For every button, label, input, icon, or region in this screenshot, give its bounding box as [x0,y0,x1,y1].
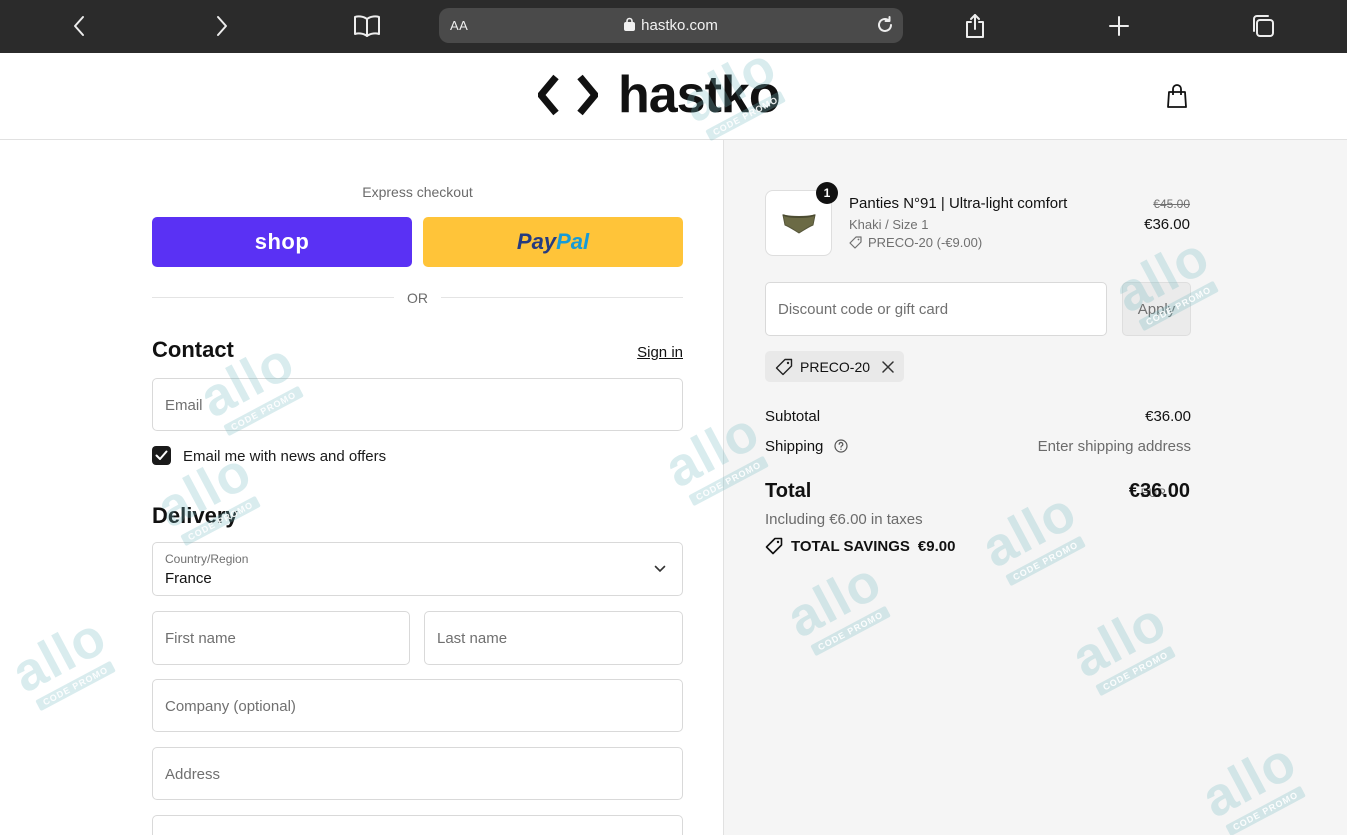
delivery-heading: Delivery [152,503,238,528]
site-header: hastko [0,53,1347,140]
shop-pay-button[interactable]: shop [152,217,412,267]
taxes-note: Including €6.00 in taxes [765,511,923,528]
back-icon [74,16,84,36]
lock-icon [624,17,636,31]
savings-tag-icon [765,537,783,555]
discount-code-placeholder: Discount code or gift card [778,301,949,318]
brand-logo[interactable]: hastko [538,66,781,124]
subtotal-row: Subtotal €36.00 [765,408,1191,425]
shipping-value: Enter shipping address [1037,438,1191,455]
tabs-icon [1253,15,1274,37]
product-price: €36.00 [1144,216,1190,233]
savings-label: TOTAL SAVINGS [791,537,910,555]
bookmarks-button[interactable] [348,8,386,44]
paypal-pay-text: Pay [516,229,557,254]
new-tab-icon [1109,16,1129,36]
newsletter-label[interactable]: Email me with news and offers [183,448,386,465]
share-button[interactable] [956,8,994,44]
url-text: hastko.com [641,17,718,34]
order-summary: 1 Panties N°91 | Ultra-light comfort Kha… [723,140,1347,835]
paypal-button[interactable]: Pay Pal [423,217,683,267]
browser-toolbar: AA hastko.com [0,0,1347,53]
apply-label: Apply [1137,300,1176,318]
bookmarks-icon [354,15,380,37]
company-field[interactable]: Company (optional) [152,679,683,732]
logo-mark-icon [538,74,598,116]
new-tab-button[interactable] [1100,8,1138,44]
shipping-label: Shipping [765,438,824,455]
express-checkout-title: Express checkout [362,184,473,200]
total-label: Total [765,480,812,502]
product-image-icon [781,214,816,234]
cart-bag-icon[interactable] [1165,83,1189,109]
reload-button[interactable] [875,15,895,40]
shop-pay-label: shop [254,229,310,254]
savings-value: €9.00 [917,537,956,555]
subtotal-label: Subtotal [765,408,821,425]
last-name-placeholder: Last name [437,630,508,647]
applied-discount-tag: PRECO-20 [765,351,905,382]
shipping-row: Shipping Enter shipping address [765,438,1191,455]
sign-in-link[interactable]: Sign in [620,344,683,361]
help-circle-icon[interactable] [833,439,848,453]
apartment-field[interactable] [152,815,683,835]
divider-left [152,297,394,298]
divider-right [441,297,683,298]
country-value: France [165,570,212,587]
quantity-badge: 1 [816,182,838,204]
reload-icon [878,16,892,32]
share-icon [966,14,984,38]
company-placeholder: Company (optional) [165,698,296,715]
product-original-price: €45.00 [1153,197,1190,211]
country-select[interactable]: Country/Region France [152,542,683,596]
country-label: Country/Region [165,552,249,566]
applied-code-text: PRECO-20 [800,358,871,375]
apply-discount-button[interactable]: Apply [1122,282,1191,336]
checkout-form: Express checkout shop Pay Pal OR Contact … [0,140,723,835]
product-discount: PRECO-20 (-€9.00) [849,235,982,250]
brand-name: hastko [618,66,781,124]
total-savings: TOTAL SAVINGS €9.00 [765,537,955,555]
back-button[interactable] [60,8,98,44]
contact-heading: Contact [152,337,234,362]
first-name-placeholder: First name [165,630,236,647]
checkmark-icon [155,450,168,460]
total-value: €36.00 [1128,480,1190,502]
remove-discount-icon[interactable] [882,360,894,373]
discount-code-input[interactable]: Discount code or gift card [765,282,1107,336]
forward-button[interactable] [203,8,241,44]
product-discount-text: PRECO-20 (-€9.00) [868,235,983,250]
address-field[interactable]: Address [152,747,683,800]
product-name: Panties N°91 | Ultra-light comfort [849,195,1068,212]
address-placeholder: Address [165,766,221,783]
tag-icon [849,236,862,249]
newsletter-checkbox[interactable] [152,446,171,465]
subtotal-value: €36.00 [1145,408,1191,425]
email-placeholder: Email [165,397,203,414]
first-name-field[interactable]: First name [152,611,410,665]
chevron-down-icon [654,565,666,573]
last-name-field[interactable]: Last name [424,611,683,665]
product-variant: Khaki / Size 1 [849,217,929,232]
discount-tag-icon [775,358,793,375]
address-bar[interactable]: AA hastko.com [439,8,903,43]
paypal-pal-text: Pal [556,229,590,254]
email-field[interactable]: Email [152,378,683,431]
or-divider-text: OR [407,290,428,306]
forward-icon [217,16,227,36]
tabs-button[interactable] [1244,8,1282,44]
